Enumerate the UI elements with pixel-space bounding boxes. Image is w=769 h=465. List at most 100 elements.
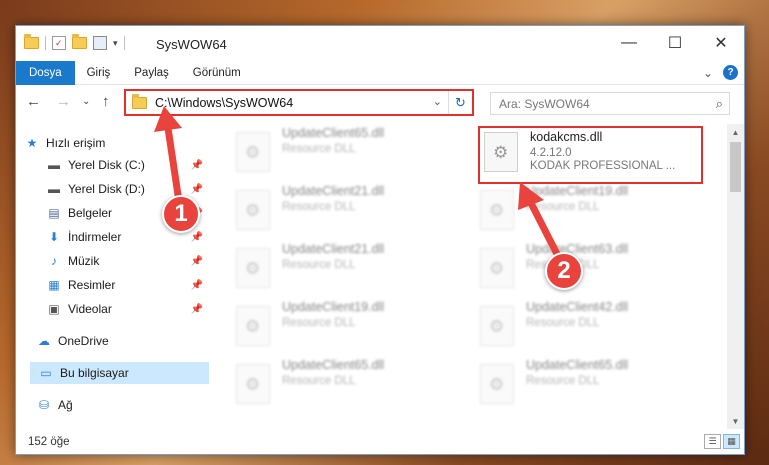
sidebar-item-this-pc[interactable]: ▭ Bu bilgisayar — [30, 362, 209, 384]
tab-share[interactable]: Paylaş — [122, 61, 181, 85]
dll-file-icon — [480, 306, 514, 346]
file-item[interactable]: UpdateClient63.dll Resource DLL — [480, 242, 705, 300]
close-button[interactable]: ✕ — [698, 26, 744, 60]
file-description: Resource DLL — [526, 375, 600, 387]
folder-icon — [132, 93, 147, 109]
window-controls: — ☐ ✕ — [606, 26, 744, 60]
file-name: UpdateClient19.dll — [282, 300, 385, 314]
file-item[interactable]: UpdateClient21.dll Resource DLL — [236, 184, 461, 242]
vertical-scrollbar[interactable]: ▲ ▼ — [727, 124, 744, 429]
window-title: SysWOW64 — [156, 37, 227, 52]
navigation-bar: ← → ⌄ ↑ C:\Windows\SysWOW64 ⌄ ↻ Ara: Sys… — [16, 88, 744, 118]
sidebar-item-local-disk-c[interactable]: ▬ Yerel Disk (C:) 📌 — [46, 154, 209, 176]
sidebar-item-pictures[interactable]: ▦ Resimler 📌 — [46, 274, 209, 296]
dll-file-icon — [236, 364, 270, 404]
sidebar-item-music[interactable]: ♪ Müzik 📌 — [46, 250, 209, 272]
tab-view[interactable]: Görünüm — [181, 61, 253, 85]
pictures-icon: ▦ — [48, 278, 60, 292]
back-arrow-icon[interactable]: ← — [26, 93, 41, 110]
sidebar-item-label: OneDrive — [58, 334, 109, 348]
pin-icon[interactable]: 📌 — [191, 232, 203, 243]
file-item[interactable]: UpdateClient65.dll Resource DLL — [236, 358, 461, 416]
file-description: KODAK PROFESSIONAL ... — [530, 160, 676, 172]
file-description: Resource DLL — [282, 201, 356, 213]
dll-file-icon — [236, 248, 270, 288]
dll-file-icon — [236, 306, 270, 346]
pin-icon[interactable]: 📌 — [191, 184, 203, 195]
file-item[interactable]: UpdateClient19.dll Resource DLL — [236, 300, 461, 358]
minimize-button[interactable]: — — [606, 26, 652, 60]
folder-icon — [24, 34, 39, 49]
file-item[interactable]: UpdateClient65.dll Resource DLL — [480, 358, 705, 416]
dll-file-icon — [236, 132, 270, 172]
properties-icon[interactable]: ✓ — [52, 36, 66, 50]
pin-icon[interactable]: 📌 — [191, 256, 203, 267]
scroll-up-arrow-icon[interactable]: ▲ — [727, 124, 744, 140]
sidebar-item-network[interactable]: ⛁ Ağ — [36, 394, 209, 416]
new-folder-icon[interactable] — [72, 34, 87, 49]
sidebar-item-label: Bu bilgisayar — [60, 366, 129, 380]
dll-file-icon — [236, 190, 270, 230]
sidebar-item-label: Yerel Disk (C:) — [68, 158, 145, 172]
tab-home[interactable]: Giriş — [75, 61, 123, 85]
search-placeholder: Ara: SysWOW64 — [499, 96, 590, 111]
title-bar: ✓ ▾ SysWOW64 — ☐ ✕ — [16, 26, 744, 61]
pin-icon[interactable]: 📌 — [191, 280, 203, 291]
document-icon: ▤ — [48, 206, 60, 220]
file-name: UpdateClient21.dll — [282, 242, 385, 256]
file-item[interactable]: UpdateClient19.dll Resource DLL — [480, 184, 705, 242]
file-description: Resource DLL — [282, 375, 356, 387]
dll-file-icon — [480, 364, 514, 404]
sidebar-item-quick-access[interactable]: ★ Hızlı erişim — [24, 132, 217, 154]
file-name: UpdateClient65.dll — [526, 358, 629, 372]
tab-file[interactable]: Dosya — [16, 60, 75, 85]
file-item[interactable]: UpdateClient42.dll Resource DLL — [480, 300, 705, 358]
pin-icon[interactable]: 📌 — [191, 304, 203, 315]
search-icon[interactable]: ⌕ — [716, 96, 723, 112]
forward-arrow-icon[interactable]: → — [56, 93, 71, 110]
file-item[interactable]: UpdateClient21.dll Resource DLL — [236, 242, 461, 300]
address-bar[interactable]: C:\Windows\SysWOW64 ⌄ ↻ — [124, 89, 474, 116]
step-1-badge: 1 — [162, 195, 200, 233]
file-description: Resource DLL — [526, 201, 600, 213]
file-name: UpdateClient63.dll — [526, 242, 629, 256]
cloud-icon: ☁ — [38, 334, 50, 348]
explorer-window: ✓ ▾ SysWOW64 — ☐ ✕ Dosya Giriş Paylaş Gö… — [15, 25, 745, 455]
refresh-icon[interactable]: ↻ — [448, 91, 472, 114]
details-view-icon[interactable]: ☰ — [704, 434, 721, 449]
dll-file-icon — [484, 132, 518, 172]
maximize-button[interactable]: ☐ — [652, 26, 698, 60]
divider — [45, 36, 46, 50]
status-bar: 152 öğe ☰ ▦ — [16, 430, 744, 454]
sidebar-item-videos[interactable]: ▣ Videolar 📌 — [46, 298, 209, 320]
computer-icon: ▭ — [40, 366, 52, 380]
sidebar-item-label: Müzik — [68, 254, 100, 268]
file-name: UpdateClient65.dll — [282, 126, 385, 140]
file-name: UpdateClient21.dll — [282, 184, 385, 198]
item-count: 152 öğe — [28, 436, 70, 448]
address-path[interactable]: C:\Windows\SysWOW64 — [155, 96, 293, 110]
scrollbar-thumb[interactable] — [730, 142, 741, 192]
recent-locations-chevron-icon[interactable]: ⌄ — [82, 96, 90, 107]
address-dropdown-chevron-icon[interactable]: ⌄ — [433, 95, 442, 108]
file-name: kodakcms.dll — [530, 130, 603, 144]
file-item[interactable]: UpdateClient65.dll Resource DLL — [236, 126, 461, 184]
large-icons-view-icon[interactable]: ▦ — [723, 434, 740, 449]
download-icon: ⬇ — [48, 230, 60, 244]
expand-ribbon-chevron-icon[interactable]: ⌄ — [703, 66, 713, 80]
file-name: UpdateClient19.dll — [526, 184, 629, 198]
customize-toolbar-chevron-icon[interactable]: ▾ — [113, 38, 118, 49]
help-icon[interactable]: ? — [723, 65, 738, 80]
search-input[interactable]: Ara: SysWOW64 ⌕ — [490, 92, 730, 115]
sidebar-item-label: Resimler — [68, 278, 116, 292]
pin-icon[interactable]: 📌 — [191, 160, 203, 171]
music-icon: ♪ — [51, 254, 57, 268]
quick-access-toolbar: ✓ ▾ — [24, 34, 125, 50]
up-arrow-icon[interactable]: ↑ — [102, 93, 110, 110]
sidebar-item-onedrive[interactable]: ☁ OneDrive — [36, 330, 209, 352]
rename-icon[interactable] — [93, 36, 107, 50]
file-item-kodakcms[interactable]: kodakcms.dll 4.2.12.0 KODAK PROFESSIONAL… — [478, 126, 703, 184]
scroll-down-arrow-icon[interactable]: ▼ — [727, 413, 744, 429]
sidebar-item-label: Videolar — [68, 302, 112, 316]
dll-file-icon — [480, 248, 514, 288]
